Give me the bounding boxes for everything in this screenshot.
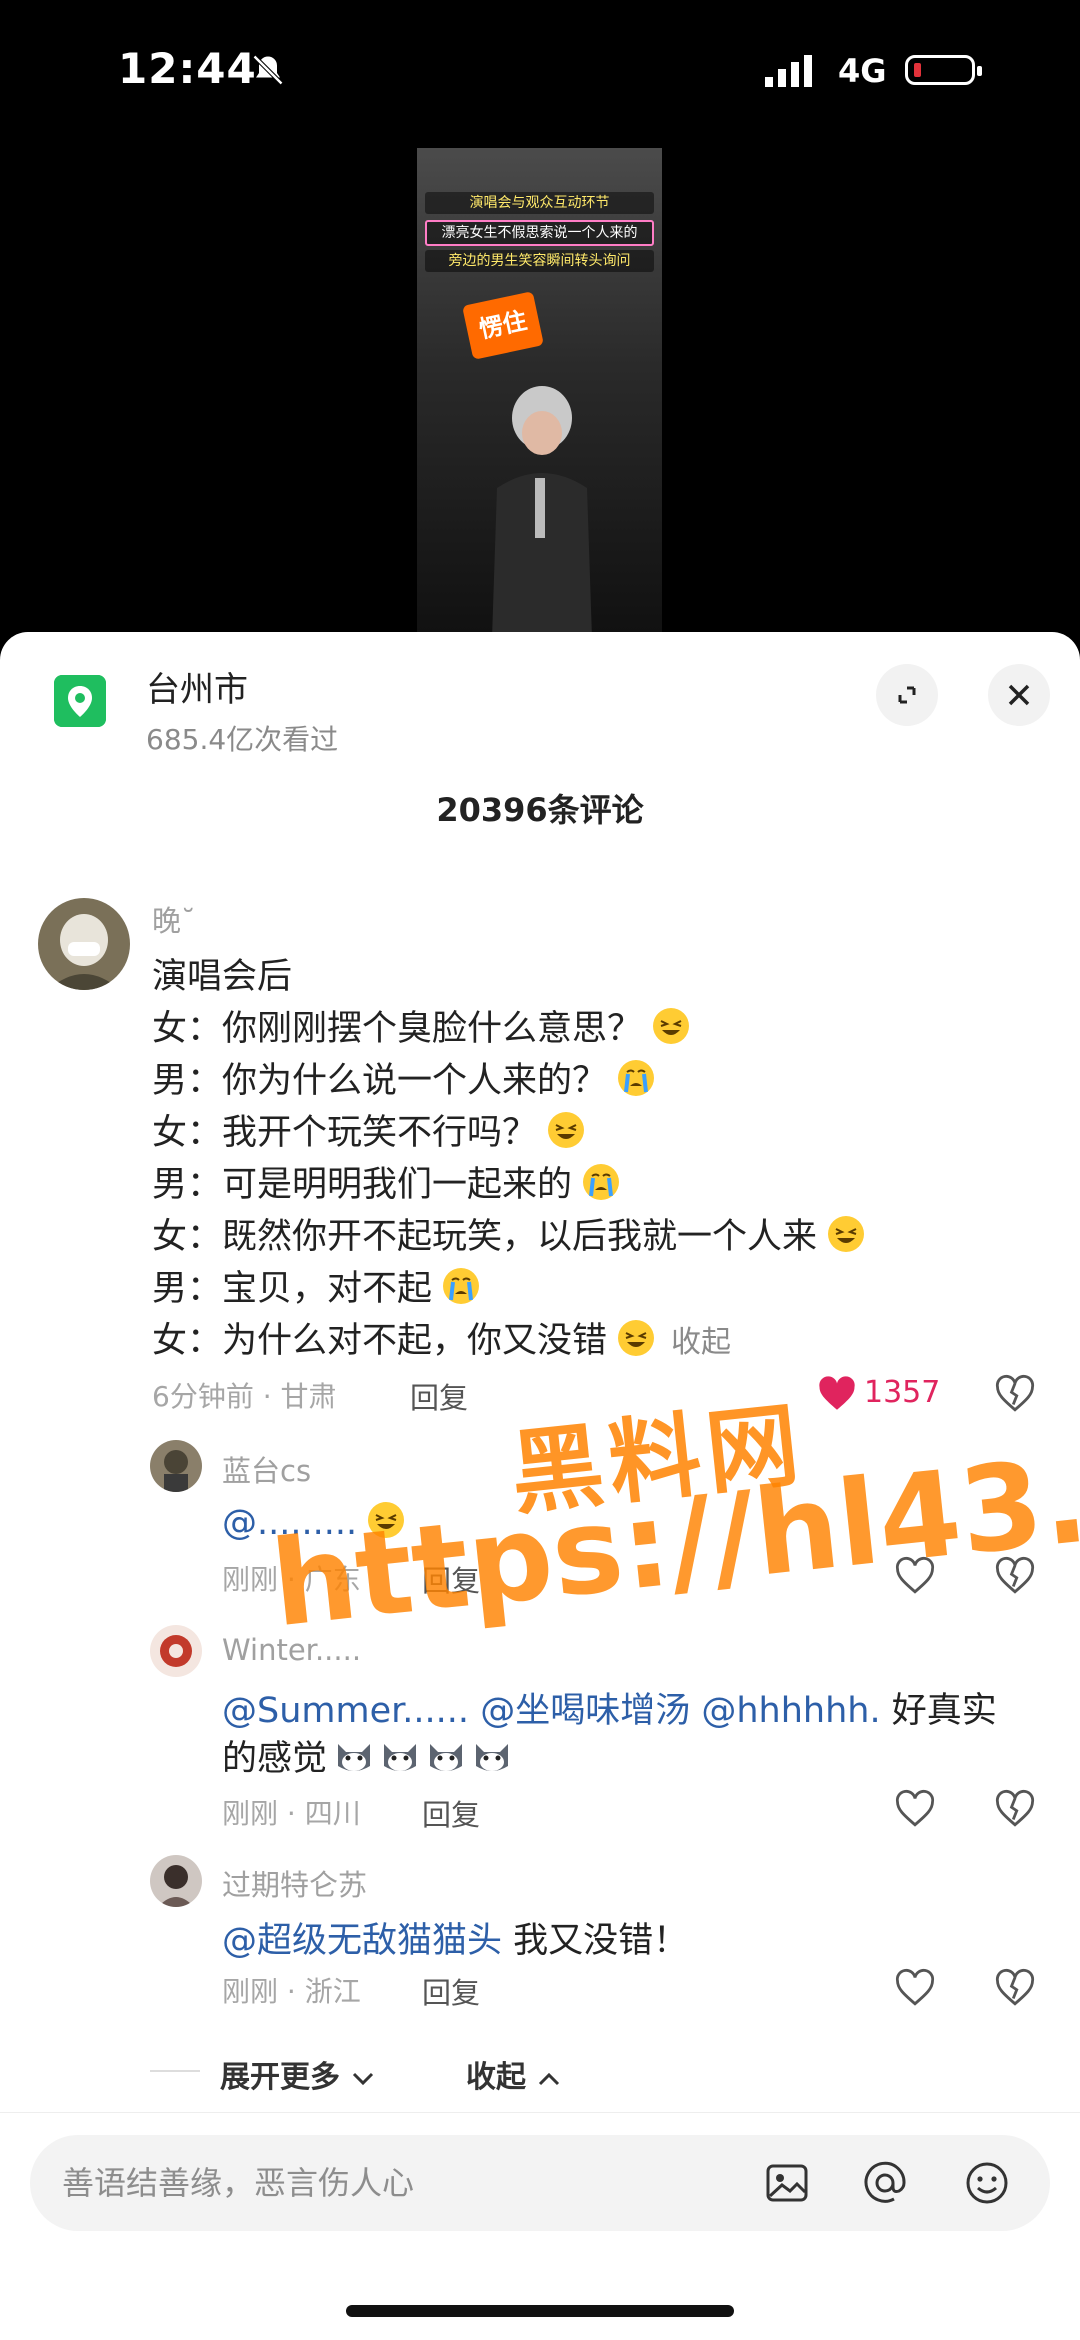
expand-icon [898,686,916,704]
video-caption: 漂亮女生不假思索说一个人来的 [425,220,654,246]
mention-link[interactable]: @坐喝味增汤 [480,1691,690,1731]
heart-icon[interactable] [894,1967,936,2009]
close-icon [1008,684,1030,706]
comment-line: 女：既然你开不起玩笑，以后我就一个人来 [152,1208,867,1259]
close-button[interactable] [988,664,1050,726]
crying-emoji-icon [583,1164,620,1200]
mention-link[interactable]: @超级无敌猫猫头 [222,1921,502,1961]
reply-meta: 刚刚 · 浙江 [222,1975,361,2008]
location-title[interactable]: 台州市 [146,662,248,711]
crying-emoji-icon [618,1060,655,1096]
husky-emoji-icon [476,1744,509,1771]
comment-line-text: 男：宝贝，对不起 [152,1269,433,1309]
comment-line: 女：为什么对不起，你又没错 收起 [152,1312,731,1363]
view-count: 685.4亿次看过 [146,723,339,756]
heart-icon[interactable] [894,1788,936,1830]
comment-input-placeholder[interactable]: 善语结善缘，恶言伤人心 [62,2158,414,2204]
video-preview[interactable]: 演唱会与观众互动环节 漂亮女生不假思索说一个人来的 旁边的男生笑容瞬间转头询问 … [417,148,662,632]
reply-button[interactable]: 回复 [410,1375,468,1417]
comment-line-text: 男：你为什么说一个人来的？ [152,1061,608,1101]
broken-heart-icon[interactable] [994,1967,1036,2009]
comment-line-text: 女：你刚刚摆个臭脸什么意思？ [152,1009,643,1049]
mention-link[interactable]: @hhhhhh. [701,1691,880,1731]
divider [150,2070,200,2072]
comment-meta: 6分钟前 · 甘肃 [152,1380,337,1413]
expand-more-label: 展开更多 [220,2060,340,2095]
reply-username[interactable]: 蓝台cs [222,1448,311,1490]
bell-muted-icon [252,54,284,86]
heart-filled-icon[interactable] [816,1373,858,1415]
laugh-cry-emoji-icon [653,1008,690,1044]
collapse-text-link[interactable]: 收起 [671,1325,731,1360]
comment-username[interactable]: 晚˘ [152,898,196,940]
collapse-label: 收起 [466,2060,526,2095]
avatar[interactable] [150,1625,202,1677]
comment-line: 女：你刚刚摆个臭脸什么意思？ [152,1000,692,1051]
video-sticker: 愣住 [462,291,544,360]
reply-text: @Summer...... @坐喝味增汤 @hhhhhh. 好真实 [222,1682,997,1733]
crying-emoji-icon [443,1268,480,1304]
comment-line-text: 男：可是明明我们一起来的 [152,1165,573,1205]
reply-text-plain: 的感觉 [222,1739,328,1779]
reply-text-plain: 我又没错！ [513,1921,689,1961]
comment-line: 演唱会后 [152,957,293,997]
husky-emoji-icon [384,1744,417,1771]
location-pin-icon [54,675,106,727]
comment-line: 男：可是明明我们一起来的 [152,1156,622,1207]
reply-text-plain: 好真实 [891,1691,997,1731]
image-icon[interactable] [762,2158,812,2208]
broken-heart-icon[interactable] [994,1373,1036,1415]
avatar[interactable] [150,1855,202,1907]
chevron-up-icon [539,2072,560,2085]
husky-emoji-icon [430,1744,463,1771]
husky-emoji-icon [338,1744,371,1771]
reply-button[interactable]: 回复 [422,1792,480,1834]
status-bar: 12:44 4G [0,0,1080,150]
expand-more-button[interactable]: 展开更多 [220,2052,376,2096]
comment-count: 20396条评论 [436,791,644,829]
broken-heart-icon[interactable] [994,1788,1036,1830]
chevron-down-icon [353,2072,374,2085]
network-type: 4G [838,52,887,90]
video-caption: 演唱会与观众互动环节 [425,192,654,214]
at-mention-icon[interactable] [860,2158,910,2208]
laugh-cry-emoji-icon [828,1216,865,1252]
status-time: 12:44 [118,44,257,93]
laugh-cry-emoji-icon [548,1112,585,1148]
collapse-replies-button[interactable]: 收起 [466,2052,562,2096]
home-indicator[interactable] [346,2305,734,2317]
reply-username[interactable]: 过期特仑苏 [222,1862,367,1904]
reply-text: 的感觉 [222,1730,513,1781]
video-caption: 旁边的男生笑容瞬间转头询问 [425,250,654,272]
avatar[interactable] [150,1440,202,1492]
reply-button[interactable]: 回复 [422,1970,480,2012]
like-count: 1357 [864,1375,941,1410]
mention-link[interactable]: @Summer...... [222,1691,469,1731]
avatar[interactable] [38,898,130,990]
signal-icon [765,55,812,87]
singer-figure [492,386,592,632]
laugh-cry-emoji-icon [618,1320,655,1356]
comment-line: 男：你为什么说一个人来的？ [152,1052,657,1103]
comment-line-text: 女：既然你开不起玩笑，以后我就一个人来 [152,1217,818,1257]
emoji-icon[interactable] [962,2158,1012,2208]
comment-line: 男：宝贝，对不起 [152,1260,482,1311]
comment-line-text: 女：我开个玩笑不行吗？ [152,1113,538,1153]
reply-meta: 刚刚 · 四川 [222,1797,361,1830]
battery-icon [905,55,982,85]
comment-line-text: 女：为什么对不起，你又没错 [152,1321,608,1361]
expand-button[interactable] [876,664,938,726]
reply-text: @超级无敌猫猫头 我又没错！ [222,1912,688,1963]
comment-line: 女：我开个玩笑不行吗？ [152,1104,587,1155]
